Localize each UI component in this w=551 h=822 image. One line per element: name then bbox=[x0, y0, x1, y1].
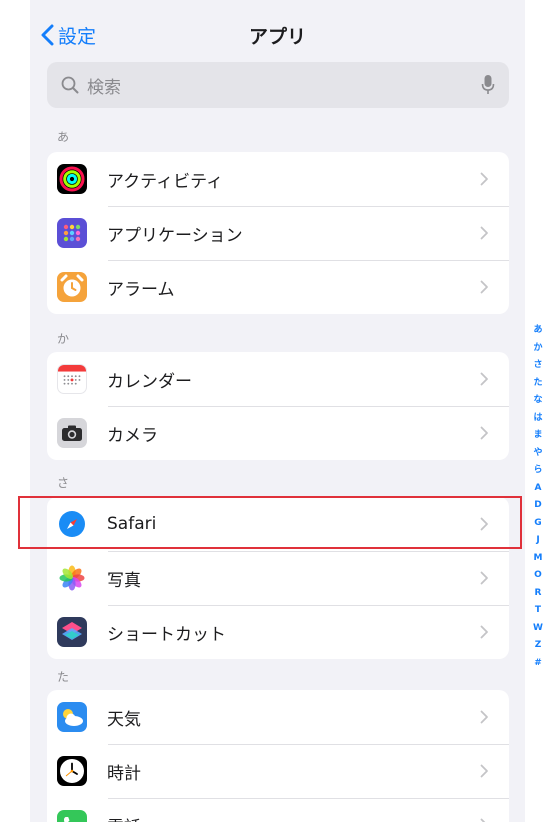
list-item-weather[interactable]: 天気 bbox=[47, 690, 509, 744]
clock-icon bbox=[57, 756, 87, 786]
index-item[interactable]: さ bbox=[533, 357, 542, 375]
chevron-right-icon bbox=[480, 710, 488, 724]
list-item-label: アプリケーション bbox=[107, 225, 243, 246]
navigation-bar: 設定 アプリ bbox=[30, 0, 525, 64]
chevron-right-icon bbox=[480, 226, 488, 240]
index-item[interactable]: Z bbox=[535, 637, 542, 655]
index-item[interactable]: A bbox=[535, 480, 542, 498]
list-item-label: カレンダー bbox=[107, 371, 192, 392]
index-item[interactable]: O bbox=[534, 567, 542, 585]
app-group-sa: Safari 写真 ショートカット bbox=[47, 497, 509, 659]
chevron-right-icon bbox=[480, 818, 486, 822]
weather-icon bbox=[57, 702, 87, 732]
section-header-sa: さ bbox=[57, 476, 70, 490]
section-header-ta: た bbox=[57, 670, 70, 684]
list-item-photos[interactable]: 写真 bbox=[47, 551, 509, 605]
list-item-applications[interactable]: アプリケーション bbox=[47, 206, 509, 260]
list-item-clock[interactable]: 時計 bbox=[47, 744, 509, 798]
app-group-ta: 天気 時計 電話 bbox=[47, 690, 509, 822]
chevron-right-icon bbox=[480, 172, 488, 186]
search-field[interactable]: 検索 bbox=[47, 62, 509, 108]
photos-icon bbox=[57, 563, 87, 593]
app-group-a: アクティビティ アプリケーション アラーム bbox=[47, 152, 509, 314]
list-item-shortcuts[interactable]: ショートカット bbox=[47, 605, 509, 659]
index-item[interactable]: # bbox=[534, 655, 542, 673]
section-header-ka: か bbox=[57, 332, 70, 346]
chevron-right-icon bbox=[480, 764, 488, 778]
index-item[interactable]: や bbox=[533, 445, 542, 463]
chevron-right-icon bbox=[480, 372, 488, 386]
index-item[interactable]: ま bbox=[533, 427, 542, 445]
camera-icon bbox=[57, 418, 87, 448]
list-item-label: アラーム bbox=[107, 279, 175, 300]
index-item[interactable]: T bbox=[535, 602, 541, 620]
chevron-right-icon bbox=[480, 571, 488, 585]
index-item[interactable]: M bbox=[534, 550, 543, 568]
activity-icon bbox=[57, 164, 87, 194]
page-title: アプリ bbox=[248, 26, 306, 48]
section-header-a: あ bbox=[57, 130, 70, 144]
apps-icon bbox=[57, 218, 87, 248]
list-item-safari[interactable]: Safari bbox=[47, 497, 509, 551]
section-index-bar[interactable]: あ か さ た な は ま や ら A D G J M O R T W Z # bbox=[527, 322, 549, 672]
index-item[interactable]: か bbox=[533, 340, 542, 358]
list-item-label: 写真 bbox=[107, 570, 141, 591]
alarm-icon bbox=[57, 272, 87, 302]
safari-icon bbox=[57, 509, 87, 539]
list-item-label: 時計 bbox=[107, 763, 141, 784]
list-item-calendar[interactable]: カレンダー bbox=[47, 352, 509, 406]
index-item[interactable]: な bbox=[533, 392, 542, 410]
shortcuts-icon bbox=[57, 617, 87, 647]
index-item[interactable]: あ bbox=[533, 322, 542, 340]
list-item-label: Safari bbox=[107, 514, 157, 534]
index-item[interactable]: は bbox=[533, 410, 542, 428]
chevron-right-icon bbox=[480, 280, 488, 294]
app-group-ka: カレンダー カメラ bbox=[47, 352, 509, 460]
list-item-activity[interactable]: アクティビティ bbox=[47, 152, 509, 206]
search-placeholder: 検索 bbox=[87, 77, 121, 98]
index-item[interactable]: D bbox=[534, 497, 541, 515]
list-item-label: 天気 bbox=[107, 709, 141, 730]
chevron-right-icon bbox=[480, 517, 488, 531]
index-item[interactable]: ら bbox=[533, 462, 542, 480]
chevron-right-icon bbox=[480, 426, 488, 440]
index-item[interactable]: G bbox=[534, 515, 541, 533]
chevron-right-icon bbox=[480, 625, 488, 639]
list-item-camera[interactable]: カメラ bbox=[47, 406, 509, 460]
index-item[interactable]: た bbox=[533, 375, 542, 393]
microphone-icon[interactable] bbox=[481, 74, 495, 96]
list-item-label: 電話 bbox=[107, 813, 480, 822]
search-icon bbox=[61, 75, 81, 95]
index-item[interactable]: R bbox=[535, 585, 542, 603]
phone-icon bbox=[57, 810, 87, 822]
list-item-label: アクティビティ bbox=[107, 171, 224, 192]
list-item-alarm[interactable]: アラーム bbox=[47, 260, 509, 314]
calendar-icon bbox=[57, 364, 87, 394]
list-item-label: ショートカット bbox=[107, 624, 226, 645]
list-item-label: カメラ bbox=[107, 425, 158, 446]
settings-screen: 設定 アプリ 検索 あ アクティビティ アプリケーション アラーム か カレンダ… bbox=[30, 0, 525, 822]
index-item[interactable]: J bbox=[536, 532, 539, 550]
index-item[interactable]: W bbox=[533, 620, 543, 638]
list-item-phone[interactable]: 電話 bbox=[47, 798, 509, 822]
